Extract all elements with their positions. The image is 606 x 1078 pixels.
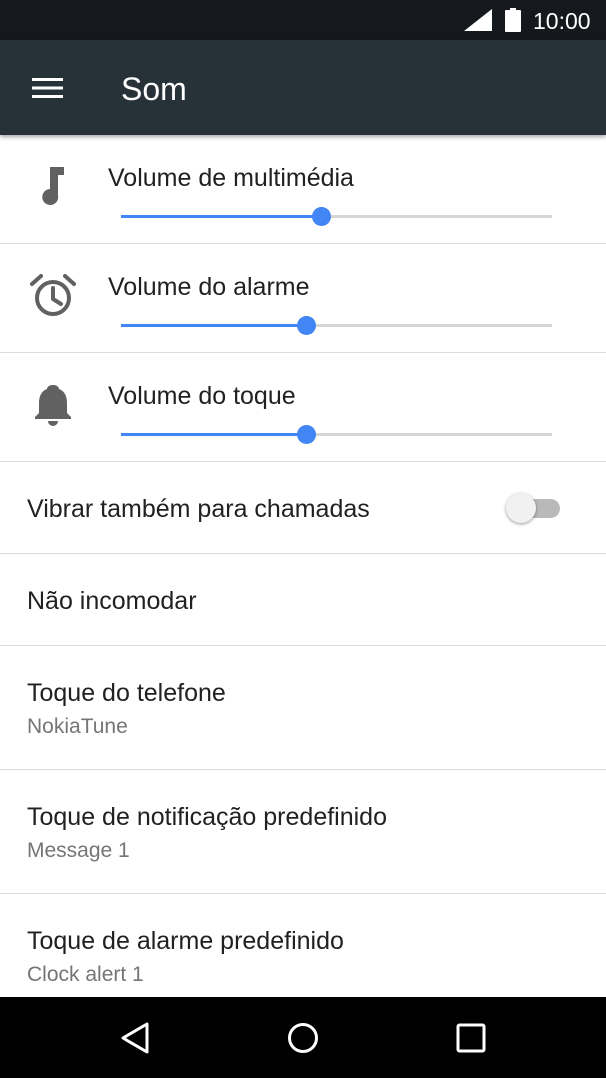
ring-volume-row: Volume do toque [0,353,606,462]
alarm-volume-label: Volume do alarme [108,273,310,301]
alarm-sound-label: Toque de alarme predefinido [27,927,344,955]
page-title: Som [121,71,187,107]
phone-ringtone-row[interactable]: Toque do telefone NokiaTune [0,646,606,770]
media-volume-label: Volume de multimédia [108,164,354,192]
notification-sound-row[interactable]: Toque de notificação predefinido Message… [0,770,606,894]
slider-fill [121,433,307,436]
ring-volume-label: Volume do toque [108,382,296,410]
vibrate-for-calls-switch[interactable] [506,492,562,524]
slider-thumb[interactable] [297,316,317,335]
alarm-volume-slider[interactable] [121,314,552,338]
status-bar: 10:00 [0,0,606,40]
slider-fill [121,215,322,218]
slider-thumb[interactable] [297,425,317,444]
settings-list: Volume de multimédia Volume do alarme Vo… [0,135,606,1018]
media-volume-slider[interactable] [121,205,552,229]
media-volume-row: Volume de multimédia [0,135,606,244]
do-not-disturb-label: Não incomodar [27,587,197,615]
do-not-disturb-row[interactable]: Não incomodar [0,554,606,646]
ring-volume-slider[interactable] [121,423,552,447]
phone-ringtone-label: Toque do telefone [27,679,226,707]
switch-thumb [506,493,536,523]
status-time: 10:00 [533,8,591,34]
back-button[interactable] [105,1011,165,1065]
recents-button[interactable] [441,1011,501,1065]
notification-sound-value: Message 1 [27,839,130,862]
slider-thumb[interactable] [312,207,332,226]
vibrate-for-calls-row[interactable]: Vibrar também para chamadas [0,462,606,554]
alarm-sound-value: Clock alert 1 [27,963,144,986]
alarm-volume-row: Volume do alarme [0,244,606,353]
vibrate-for-calls-label: Vibrar também para chamadas [27,495,370,523]
app-bar: Som [0,40,606,135]
menu-button[interactable] [18,64,76,112]
cell-signal-icon [464,9,492,31]
back-triangle-icon [121,1022,149,1054]
home-button[interactable] [273,1011,333,1065]
slider-fill [121,324,307,327]
phone-ringtone-value: NokiaTune [27,715,128,738]
bell-icon [35,385,71,426]
hamburger-menu-icon [32,78,63,98]
music-note-icon [42,167,64,205]
navigation-bar [0,997,606,1078]
alarm-clock-icon [30,274,76,316]
recents-square-icon [456,1023,486,1053]
home-circle-icon [288,1023,318,1053]
battery-icon [505,8,521,32]
notification-sound-label: Toque de notificação predefinido [27,803,387,831]
